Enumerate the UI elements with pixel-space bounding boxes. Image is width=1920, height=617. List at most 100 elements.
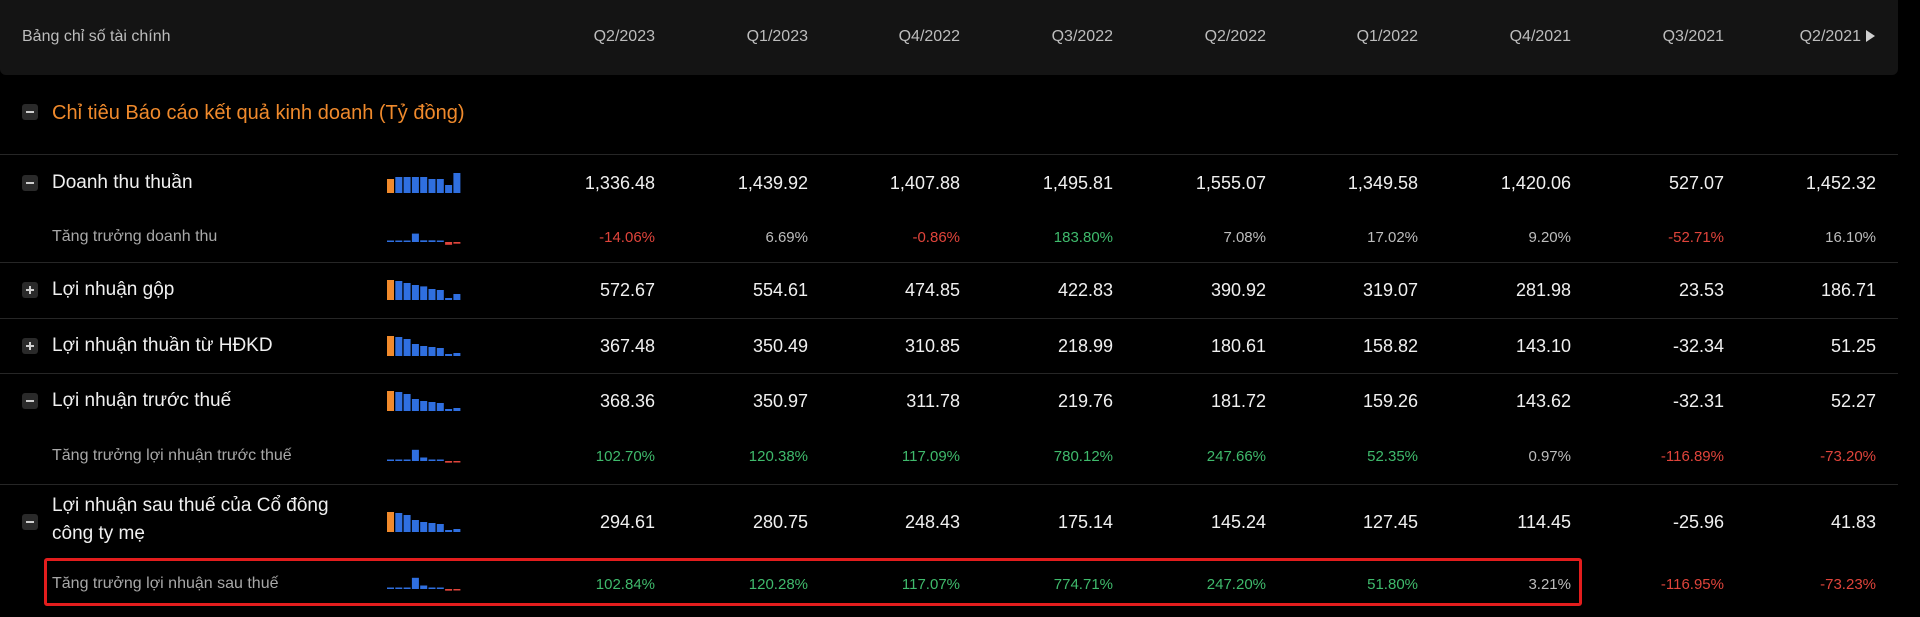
cell-value: 9.20% (1528, 229, 1571, 246)
collapse-section-button[interactable] (22, 104, 38, 120)
period-header[interactable]: Q1/2023 (708, 28, 808, 46)
divider (0, 262, 1898, 263)
sparkline-bar (395, 336, 403, 356)
sparkline-bar (420, 240, 428, 242)
expand-row-button[interactable] (22, 337, 38, 354)
sparkline-bar (387, 459, 394, 461)
cell-value: 158.82 (1362, 335, 1418, 356)
cell-value: 248.43 (904, 512, 960, 532)
cell-value: 127.45 (1362, 512, 1418, 532)
period-header[interactable]: Q3/2021 (1624, 28, 1724, 46)
period-header[interactable]: Q4/2022 (860, 28, 960, 46)
sparkline-bar (453, 529, 461, 532)
collapse-row-button[interactable] (22, 514, 38, 530)
cell-value: 51.25 (1830, 335, 1876, 356)
cell-value: 23.53 (1678, 280, 1724, 300)
cell-value: 474.85 (904, 280, 960, 300)
cell-value: 120.38% (748, 448, 808, 465)
cell-value: 219.76 (1057, 390, 1113, 411)
cell-value: 1,407.88 (889, 173, 960, 193)
cell-value: 180.61 (1210, 335, 1266, 356)
sparkline-bar (445, 530, 453, 532)
sparkline-bar (420, 177, 428, 193)
sparkline-bar (411, 343, 419, 356)
period-header[interactable]: Q3/2022 (1013, 28, 1113, 46)
sparkline-bar (436, 179, 444, 193)
row-label: Tăng trưởng lợi nhuận trước thuế (52, 447, 292, 464)
collapse-row-button[interactable] (22, 392, 38, 409)
cell-value: 41.83 (1830, 512, 1876, 532)
sparkline-bar (453, 173, 461, 193)
sparkline-chart[interactable] (387, 445, 463, 467)
cell-value: 52.27 (1830, 390, 1876, 411)
cell-value: 1,420.06 (1500, 173, 1571, 193)
sparkline-bar (436, 290, 444, 300)
period-header[interactable]: Q4/2021 (1471, 28, 1571, 46)
sparkline-bar (387, 240, 394, 242)
sparkline-bar (411, 233, 419, 242)
sparkline-chart[interactable] (387, 335, 463, 357)
sparkline-bar (436, 402, 444, 411)
cell-value: 183.80% (1053, 229, 1113, 246)
sparkline-bar (395, 177, 403, 193)
period-header[interactable]: Q2/2021 (1761, 28, 1861, 46)
sparkline-bar (411, 449, 419, 461)
cell-value: 143.10 (1515, 335, 1571, 356)
sparkline-bar (420, 522, 428, 532)
sparkline-bar (420, 345, 428, 356)
sparkline-bar (395, 281, 403, 300)
cell-value: 16.10% (1825, 229, 1876, 246)
sparkline-bar (387, 335, 394, 356)
divider (0, 484, 1898, 485)
cell-value: 1,495.81 (1042, 173, 1113, 193)
collapse-row-button[interactable] (22, 175, 38, 191)
cell-value: 350.97 (752, 390, 808, 411)
cell-value: 572.67 (599, 280, 655, 300)
cell-value: 294.61 (599, 512, 655, 532)
cell-value: 350.49 (752, 335, 808, 356)
cell-value: 1,452.32 (1805, 173, 1876, 193)
period-header[interactable]: Q2/2023 (555, 28, 655, 46)
sparkline-bar (428, 289, 436, 300)
cell-value: 247.66% (1206, 448, 1266, 465)
sparkline-bar (453, 242, 461, 244)
cell-value: 1,349.58 (1347, 173, 1418, 193)
row-label: Lợi nhuận sau thuế của Cổ đông (52, 495, 329, 516)
sparkline-bar (395, 391, 403, 411)
sparkline-bar (420, 457, 428, 461)
divider (0, 318, 1898, 319)
cell-value: 554.61 (752, 280, 808, 300)
cell-value: 280.75 (752, 512, 808, 532)
row-label: Tăng trưởng doanh thu (52, 228, 218, 245)
cell-value: 159.26 (1362, 390, 1418, 411)
cell-value: 186.71 (1820, 280, 1876, 300)
sparkline-chart[interactable] (387, 390, 463, 412)
sparkline-bar (453, 407, 461, 411)
sparkline-bar (453, 352, 461, 356)
cell-value: 7.08% (1223, 229, 1266, 246)
expand-row-button[interactable] (22, 282, 38, 298)
cell-value: -116.89% (1660, 448, 1724, 465)
period-header[interactable]: Q2/2022 (1166, 28, 1266, 46)
sparkline-bar (411, 177, 419, 193)
cell-value: 368.36 (599, 390, 655, 411)
cell-value: 367.48 (599, 335, 655, 356)
sparkline-chart[interactable] (387, 279, 463, 301)
cell-value: 281.98 (1515, 280, 1571, 300)
divider (0, 154, 1898, 155)
cell-value: -14.06% (599, 229, 655, 246)
sparkline-chart[interactable] (387, 511, 463, 533)
sparkline-bar (428, 179, 436, 193)
sparkline-bar (428, 401, 436, 411)
sparkline-bar (445, 408, 453, 411)
cell-value: 310.85 (904, 335, 960, 356)
cell-value: 145.24 (1210, 512, 1266, 532)
scroll-right-arrow-icon[interactable] (1866, 30, 1875, 42)
row-label: Lợi nhuận gộp (52, 279, 175, 300)
period-header[interactable]: Q1/2022 (1318, 28, 1418, 46)
sparkline-bar (453, 461, 461, 463)
sparkline-chart[interactable] (387, 172, 463, 194)
sparkline-chart[interactable] (387, 226, 463, 248)
sparkline-bar (445, 298, 453, 300)
cell-value: 114.45 (1517, 512, 1571, 532)
